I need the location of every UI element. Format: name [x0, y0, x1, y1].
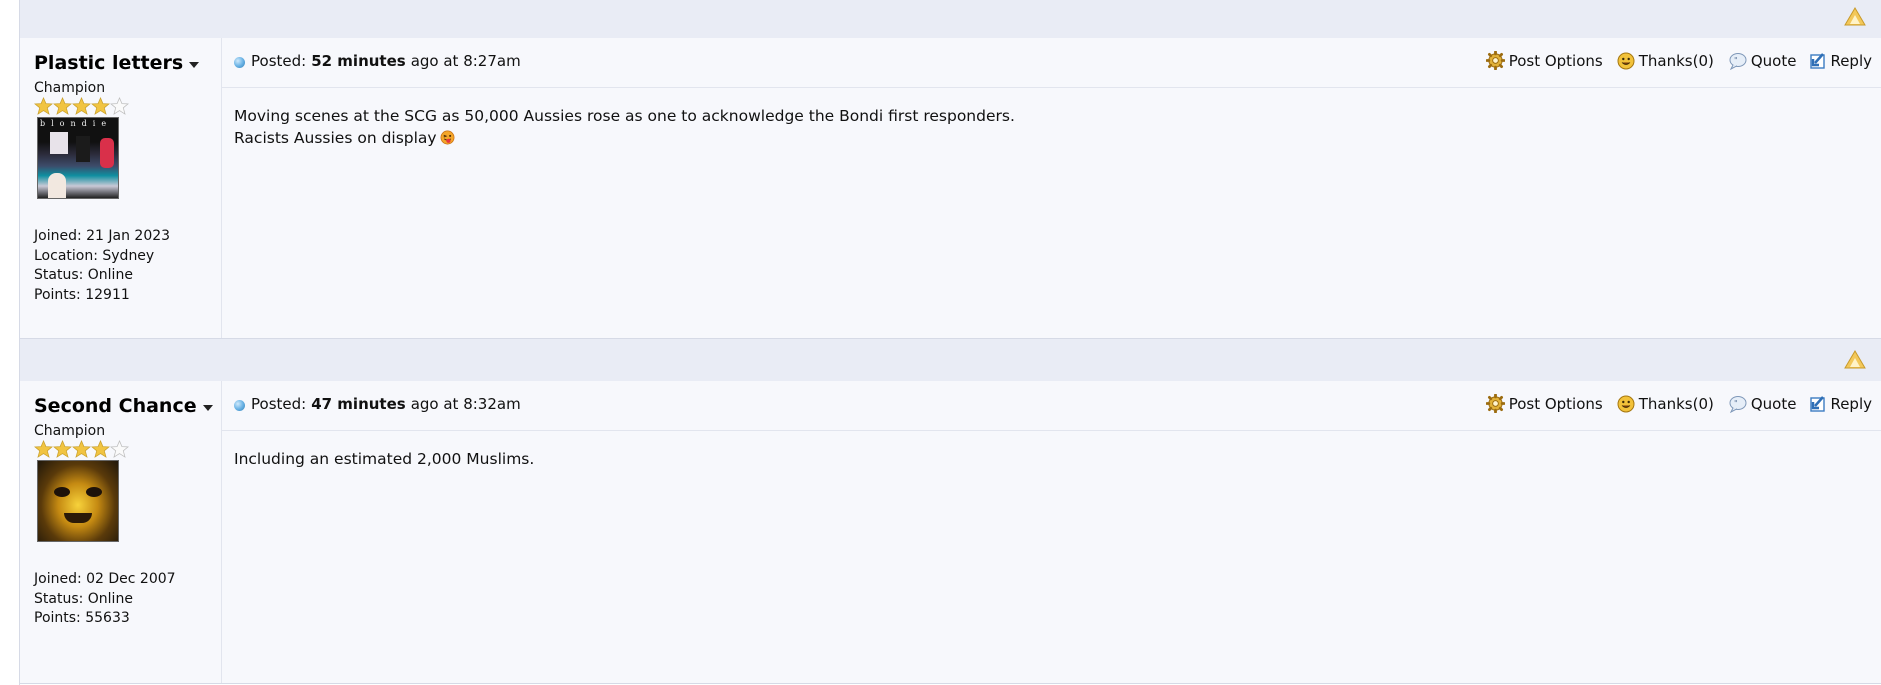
up-arrow-icon[interactable] [1844, 7, 1866, 27]
reply-arrow-icon [1810, 52, 1826, 69]
thanks-button[interactable]: Thanks(0) [1617, 52, 1714, 70]
thanks-button[interactable]: Thanks(0) [1617, 395, 1714, 413]
svg-text:": " [1734, 399, 1738, 408]
star-filled-icon [72, 440, 91, 458]
gear-icon [1485, 394, 1505, 413]
points: Points: 12911 [34, 286, 130, 303]
posted-age: 47 minutes [311, 395, 406, 413]
post-content: Moving scenes at the SCG as 50,000 Aussi… [222, 88, 1881, 149]
star-empty-icon [110, 97, 129, 115]
star-filled-icon [53, 97, 72, 115]
tongue-out-emoji-icon [440, 130, 455, 145]
post-info-bar: Posted: 52 minutes ago at 8:27am Post Op… [222, 38, 1881, 88]
author-meta: Joined: 02 Dec 2007 Status: Online Point… [34, 570, 221, 629]
author-name-menu[interactable]: Second Chance [34, 395, 221, 417]
posted-label: Posted: [251, 52, 307, 70]
author-rank: Champion [34, 423, 106, 439]
star-filled-icon [91, 97, 110, 115]
thanks-label[interactable]: Thanks(0) [1639, 52, 1714, 70]
posted-info: Posted: 47 minutes ago at 8:32am [234, 395, 521, 413]
rank-stars [34, 440, 221, 458]
up-arrow-icon[interactable] [1844, 350, 1866, 370]
posted-time: ago at 8:32am [410, 395, 521, 413]
gear-icon [1485, 51, 1505, 70]
quote-button[interactable]: " Quote [1728, 52, 1797, 70]
content-line-emoji-row: Racists Aussies on display [234, 127, 1881, 149]
posted-info: Posted: 52 minutes ago at 8:27am [234, 52, 521, 70]
star-filled-icon [53, 440, 72, 458]
joined-date: Joined: 02 Dec 2007 [34, 571, 176, 587]
location: Location: Sydney [34, 247, 155, 264]
posted-time: ago at 8:27am [410, 52, 521, 70]
thread-container: Plastic letters Champion blondie Joined:… [19, 0, 1881, 685]
reply-arrow-icon [1810, 395, 1826, 412]
blue-dot-icon [234, 57, 245, 68]
star-filled-icon [91, 440, 110, 458]
post-options-button[interactable]: Post Options [1485, 394, 1603, 413]
post: Second Chance Champion Joined: 02 Dec 20… [20, 381, 1881, 684]
star-filled-icon [34, 97, 53, 115]
quote-label[interactable]: Quote [1751, 395, 1797, 413]
reply-label[interactable]: Reply [1830, 395, 1872, 413]
post-actions: Post Options Thanks(0) " Quote Reply [1472, 394, 1872, 413]
chevron-down-icon[interactable] [189, 62, 200, 68]
joined-date: Joined: 21 Jan 2023 [34, 228, 171, 244]
quote-button[interactable]: " Quote [1728, 395, 1797, 413]
avatar[interactable] [37, 460, 119, 542]
post-options-label[interactable]: Post Options [1509, 395, 1603, 413]
reply-button[interactable]: Reply [1810, 52, 1872, 70]
post-actions: Post Options Thanks(0) " Quote Reply [1472, 51, 1872, 70]
points: Points: 55633 [34, 610, 130, 626]
star-filled-icon [72, 97, 91, 115]
posted-label: Posted: [251, 395, 307, 413]
content-line: Moving scenes at the SCG as 50,000 Aussi… [234, 107, 1015, 125]
online-status: Status: Online [34, 267, 133, 283]
content-line: Racists Aussies on display [234, 129, 437, 147]
post-header-bar [20, 0, 1881, 38]
post-header-bar [20, 339, 1881, 381]
smiley-icon [1617, 395, 1635, 412]
online-status: Status: Online [34, 590, 133, 607]
author-rank: Champion [34, 80, 106, 96]
chevron-down-icon[interactable] [202, 405, 213, 411]
post: Plastic letters Champion blondie Joined:… [20, 38, 1881, 339]
post-options-button[interactable]: Post Options [1485, 51, 1603, 70]
post-content: Including an estimated 2,000 Muslims. [222, 431, 1881, 470]
author-name[interactable]: Second Chance [34, 395, 197, 417]
reply-button[interactable]: Reply [1810, 395, 1872, 413]
author-panel: Second Chance Champion Joined: 02 Dec 20… [20, 381, 222, 683]
rank-stars [34, 97, 221, 115]
author-name-menu[interactable]: Plastic letters [34, 52, 221, 74]
post-body: Posted: 52 minutes ago at 8:27am Post Op… [222, 38, 1881, 338]
smiley-icon [1617, 52, 1635, 69]
author-panel: Plastic letters Champion blondie Joined:… [20, 38, 222, 338]
quote-bubble-icon: " [1729, 395, 1747, 413]
content-line: Including an estimated 2,000 Muslims. [234, 450, 535, 468]
post-options-label[interactable]: Post Options [1509, 52, 1603, 70]
reply-label[interactable]: Reply [1830, 52, 1872, 70]
blue-dot-icon [234, 400, 245, 411]
avatar-text: blondie [40, 119, 113, 128]
author-meta: Joined: 21 Jan 2023 Location: Sydney Sta… [34, 227, 221, 305]
author-name[interactable]: Plastic letters [34, 52, 183, 74]
star-empty-icon [110, 440, 129, 458]
post-info-bar: Posted: 47 minutes ago at 8:32am Post Op… [222, 381, 1881, 431]
post-body: Posted: 47 minutes ago at 8:32am Post Op… [222, 381, 1881, 683]
quote-bubble-icon: " [1729, 52, 1747, 70]
quote-label[interactable]: Quote [1751, 52, 1797, 70]
avatar[interactable]: blondie [37, 117, 119, 199]
svg-text:": " [1734, 56, 1738, 65]
thanks-label[interactable]: Thanks(0) [1639, 395, 1714, 413]
posted-age: 52 minutes [311, 52, 406, 70]
star-filled-icon [34, 440, 53, 458]
